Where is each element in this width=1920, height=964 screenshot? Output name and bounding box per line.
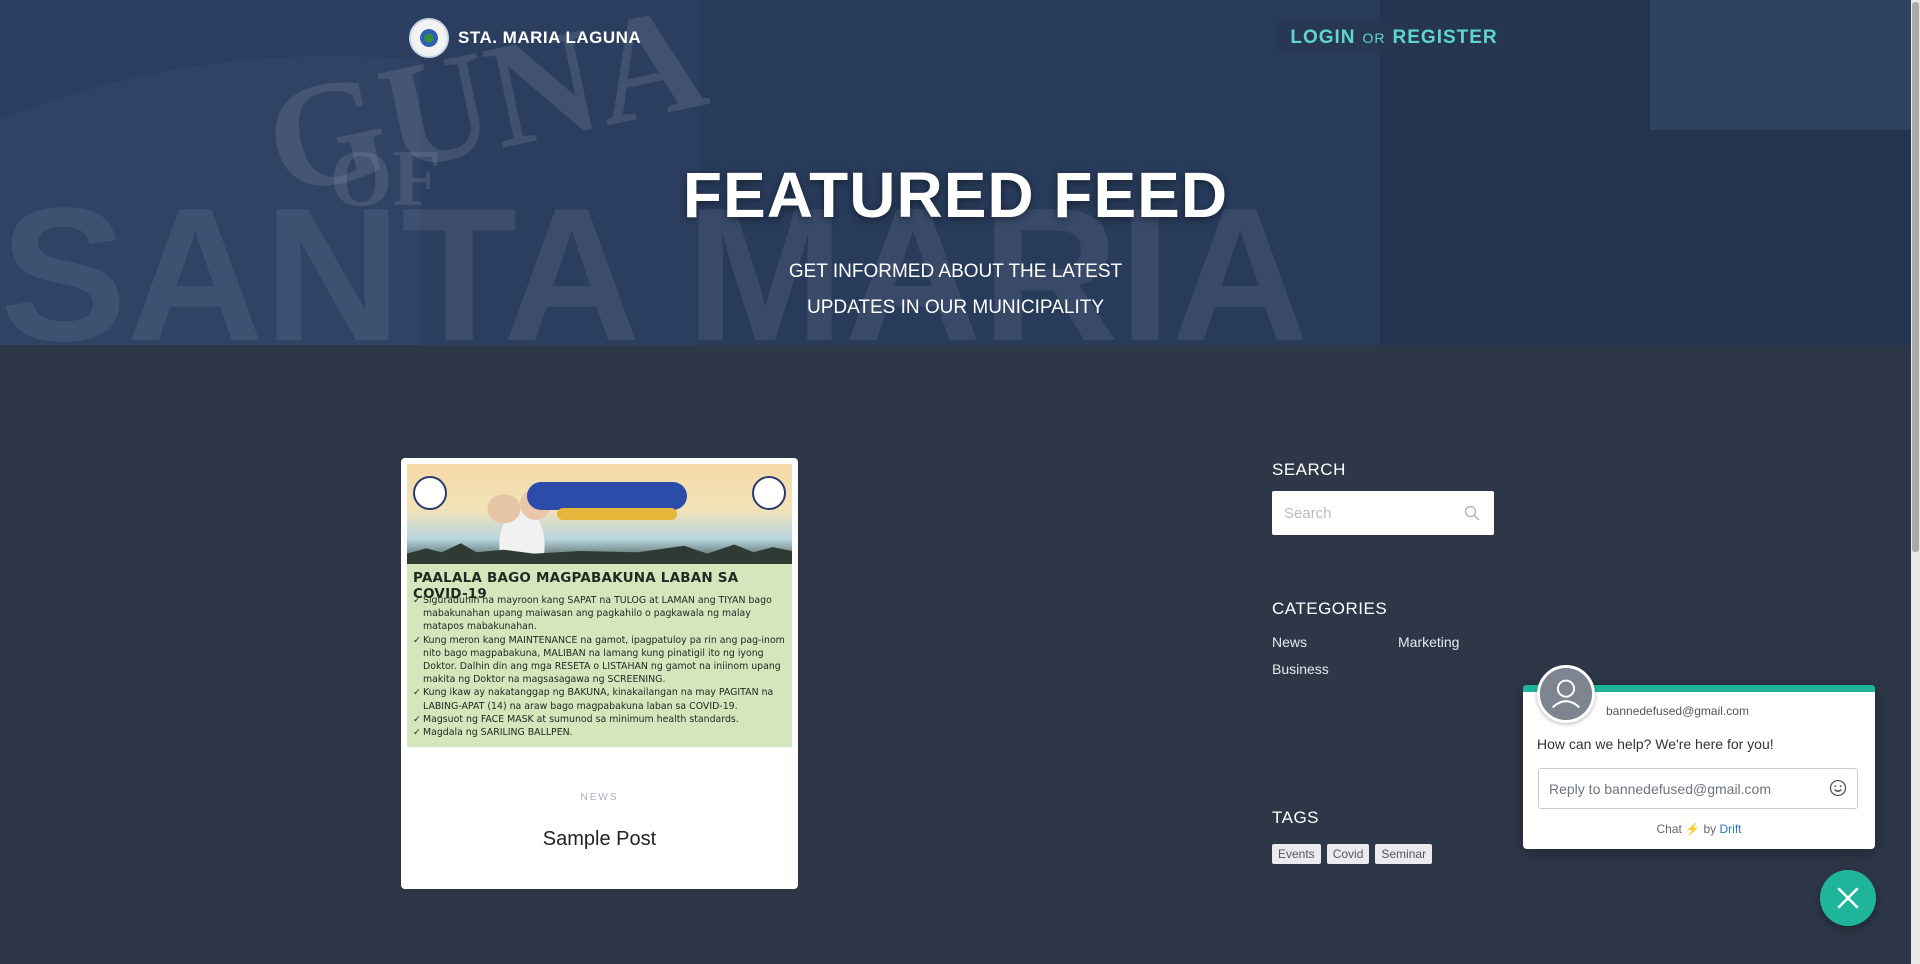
category-link-business[interactable]: Business: [1272, 661, 1329, 677]
tag-seminar[interactable]: Seminar: [1375, 844, 1433, 864]
search-heading: SEARCH: [1272, 460, 1346, 479]
bakunahan-banner-shape: [557, 508, 677, 520]
poster-list-item: Siguraduhin na mayroon kang SAPAT na TUL…: [413, 594, 786, 634]
category-link-news[interactable]: News: [1272, 634, 1307, 650]
search-input[interactable]: [1272, 491, 1452, 535]
drift-link[interactable]: Drift: [1720, 822, 1742, 836]
skyline-silhouette: [407, 543, 792, 564]
poster-banner: [407, 464, 792, 564]
post-category[interactable]: NEWS: [401, 792, 798, 803]
hero-subtitle-line-1: GET INFORMED ABOUT THE LATEST: [788, 261, 1123, 282]
auth-links: LOGIN OR REGISTER: [1278, 22, 1510, 54]
brand[interactable]: STA. MARIA LAGUNA: [409, 18, 641, 58]
poster-list-item: Magsuot ng FACE MASK at sumunod sa minim…: [413, 713, 786, 726]
categories-heading: CATEGORIES: [1272, 599, 1388, 618]
post-image[interactable]: PAALALA BAGO MAGPABAKUNA LABAN SA COVID-…: [407, 464, 792, 747]
search-box: [1272, 491, 1494, 535]
poster-list-item: Kung ikaw ay nakatanggap ng BAKUNA, kina…: [413, 686, 786, 712]
tag-list: Events Covid Seminar: [1272, 844, 1433, 864]
register-link[interactable]: REGISTER: [1393, 27, 1498, 49]
category-link-marketing[interactable]: Marketing: [1398, 634, 1459, 650]
page-scrollbar[interactable]: [1911, 0, 1920, 964]
search-icon[interactable]: [1464, 505, 1480, 521]
page-title: FEATURED FEED: [682, 159, 1229, 231]
tag-events[interactable]: Events: [1272, 844, 1321, 864]
municipal-seal-icon: [752, 476, 786, 510]
hero-banner: GUNA OF SANTA MARIA STA. MARIA LAGUNA LO…: [0, 0, 1911, 345]
lightning-icon: ⚡: [1685, 822, 1701, 836]
chat-footer: Chat ⚡ by Drift: [1523, 822, 1875, 836]
poster-list-item: Magdala ng SARILING BALLPEN.: [413, 726, 786, 739]
login-link[interactable]: LOGIN: [1290, 27, 1355, 49]
poster-list-item: Kung meron kang MAINTENANCE na gamot, ip…: [413, 634, 786, 687]
chat-agent-email: bannedefused@gmail.com: [1606, 704, 1749, 718]
post-card[interactable]: PAALALA BAGO MAGPABAKUNA LABAN SA COVID-…: [401, 458, 798, 889]
chat-message: How can we help? We're here for you!: [1537, 736, 1774, 752]
chat-reply-box: [1538, 768, 1858, 809]
emoji-icon[interactable]: [1829, 779, 1847, 797]
hero-subtitle-line-2: UPDATES IN OUR MUNICIPALITY: [807, 297, 1104, 318]
brand-name: STA. MARIA LAGUNA: [458, 28, 642, 47]
ntf-logo-icon: [413, 476, 447, 510]
tag-covid[interactable]: Covid: [1326, 844, 1370, 864]
municipal-seal-icon: [409, 18, 449, 58]
chat-reply-input[interactable]: [1539, 769, 1819, 808]
tags-heading: TAGS: [1272, 808, 1320, 827]
chat-footer-label: Chat: [1656, 822, 1682, 836]
post-title[interactable]: Sample Post: [401, 828, 798, 851]
chat-widget: bannedefused@gmail.com How can we help? …: [1523, 665, 1875, 849]
auth-or-text: OR: [1362, 30, 1386, 46]
bayanihan-banner-shape: [527, 482, 687, 510]
chat-close-button[interactable]: [1820, 870, 1876, 926]
hero-subtitle: GET INFORMED ABOUT THE LATEST UPDATES IN…: [0, 254, 1911, 326]
scrollbar-thumb[interactable]: [1912, 2, 1919, 552]
chat-footer-by: by: [1703, 822, 1717, 836]
user-avatar-icon: [1537, 665, 1595, 723]
poster-list: Siguraduhin na mayroon kang SAPAT na TUL…: [413, 594, 786, 739]
